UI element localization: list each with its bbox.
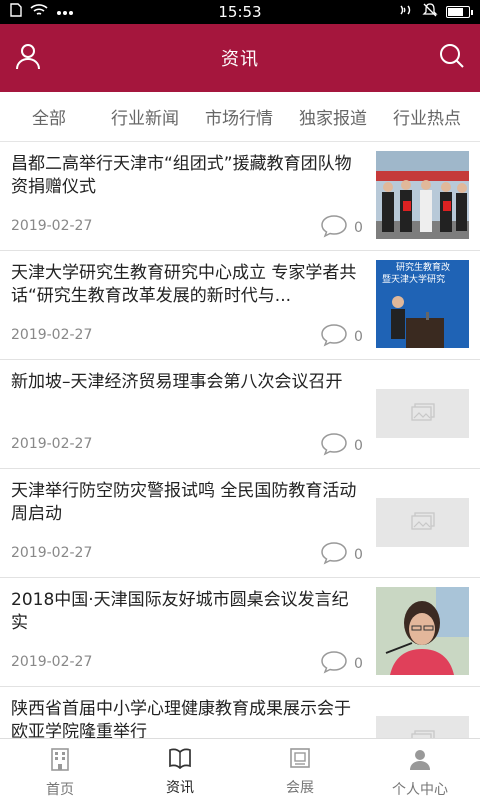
comment-icon [320, 432, 348, 460]
comment-icon [320, 541, 348, 569]
comment-indicator[interactable]: 0 [320, 541, 363, 569]
article-date: 2019-02-27 [11, 654, 93, 670]
nav-news[interactable]: 资讯 [120, 739, 240, 800]
nav-label: 首页 [46, 782, 74, 798]
exhibition-icon [289, 747, 311, 773]
building-icon [49, 747, 71, 775]
user-icon [408, 747, 432, 775]
article-date: 2019-02-27 [11, 545, 93, 561]
article-title: 天津举行防空防灾警报试鸣 全民国防教育活动周启动 [11, 481, 357, 524]
article-thumbnail-placeholder [376, 716, 469, 738]
tab-exclusive[interactable]: 独家报道 [286, 104, 380, 129]
sim-icon [10, 3, 22, 21]
nav-label: 个人中心 [392, 782, 448, 798]
image-placeholder-icon [410, 511, 435, 534]
comment-icon [320, 323, 348, 351]
page-title: 资讯 [221, 49, 259, 70]
wifi-icon [30, 3, 48, 21]
comment-indicator[interactable]: 0 [320, 214, 363, 242]
article-list: 昌都二高举行天津市“组团式”援藏教育团队物资捐赠仪式 2019-02-27 0 [0, 142, 480, 738]
article-thumbnail-placeholder [376, 389, 469, 438]
nav-exhibition[interactable]: 会展 [240, 739, 360, 800]
comment-indicator[interactable]: 0 [320, 650, 363, 678]
status-right [398, 3, 473, 21]
comment-count: 0 [354, 220, 363, 236]
comment-icon [320, 650, 348, 678]
article-title: 陕西省首届中小学心理健康教育成果展示会于欧亚学院隆重举行 [11, 699, 351, 738]
more-icon [56, 4, 74, 20]
image-placeholder-icon [410, 402, 435, 425]
nav-label: 会展 [286, 780, 314, 796]
article-item[interactable]: 昌都二高举行天津市“组团式”援藏教育团队物资捐赠仪式 2019-02-27 0 [0, 142, 480, 251]
article-title: 2018中国·天津国际友好城市圆桌会议发言纪实 [11, 590, 349, 633]
article-thumbnail [376, 587, 469, 675]
nav-label: 资讯 [166, 780, 194, 796]
article-thumbnail [376, 151, 469, 239]
battery-icon [446, 6, 473, 18]
article-thumbnail: 研究生教育改 暨天津大学研究 [376, 260, 469, 348]
comment-icon [320, 214, 348, 242]
article-item[interactable]: 天津举行防空防灾警报试鸣 全民国防教育活动周启动 2019-02-27 0 [0, 469, 480, 578]
tab-hot-topics[interactable]: 行业热点 [380, 104, 474, 129]
article-thumbnail-placeholder [376, 498, 469, 547]
profile-button[interactable] [10, 40, 46, 76]
search-button[interactable] [434, 40, 470, 76]
bottom-nav: 首页 资讯 会展 个人中心 [0, 738, 480, 800]
tab-all[interactable]: 全部 [0, 104, 98, 129]
category-tabs: 全部 行业新闻 市场行情 独家报道 行业热点 [0, 92, 480, 142]
article-title: 天津大学研究生教育研究中心成立 专家学者共话“研究生教育改革发展的新时代与... [11, 263, 357, 306]
app-header: 资讯 [0, 24, 480, 92]
article-date: 2019-02-27 [11, 218, 93, 234]
tab-industry-news[interactable]: 行业新闻 [98, 104, 192, 129]
comment-count: 0 [354, 438, 363, 454]
article-date: 2019-02-27 [11, 436, 93, 452]
article-item[interactable]: 天津大学研究生教育研究中心成立 专家学者共话“研究生教育改革发展的新时代与...… [0, 251, 480, 360]
nav-profile[interactable]: 个人中心 [360, 739, 480, 800]
status-left [10, 3, 74, 21]
image-placeholder-icon [410, 729, 435, 738]
thumbnail-banner-line-2: 暨天津大学研究 [382, 273, 445, 285]
thumbnail-banner-line-1: 研究生教育改 [396, 261, 450, 273]
article-item[interactable]: 陕西省首届中小学心理健康教育成果展示会于欧亚学院隆重举行 2019-02-27 … [0, 687, 480, 738]
user-icon [14, 42, 42, 74]
article-item[interactable]: 2018中国·天津国际友好城市圆桌会议发言纪实 2019-02-27 0 [0, 578, 480, 687]
book-icon [168, 747, 192, 773]
article-item[interactable]: 新加坡–天津经济贸易理事会第八次会议召开 2019-02-27 0 [0, 360, 480, 469]
comment-indicator[interactable]: 0 [320, 323, 363, 351]
comment-count: 0 [354, 656, 363, 672]
mute-icon [422, 3, 438, 21]
article-title: 昌都二高举行天津市“组团式”援藏教育团队物资捐赠仪式 [11, 154, 352, 197]
status-bar: 15:53 [0, 0, 480, 24]
nav-home[interactable]: 首页 [0, 739, 120, 800]
article-date: 2019-02-27 [11, 327, 93, 343]
article-title: 新加坡–天津经济贸易理事会第八次会议召开 [11, 372, 343, 392]
comment-count: 0 [354, 547, 363, 563]
comment-count: 0 [354, 329, 363, 345]
comment-indicator[interactable]: 0 [320, 432, 363, 460]
nfc-icon [398, 3, 414, 21]
tab-market[interactable]: 市场行情 [192, 104, 286, 129]
search-icon [439, 43, 465, 73]
